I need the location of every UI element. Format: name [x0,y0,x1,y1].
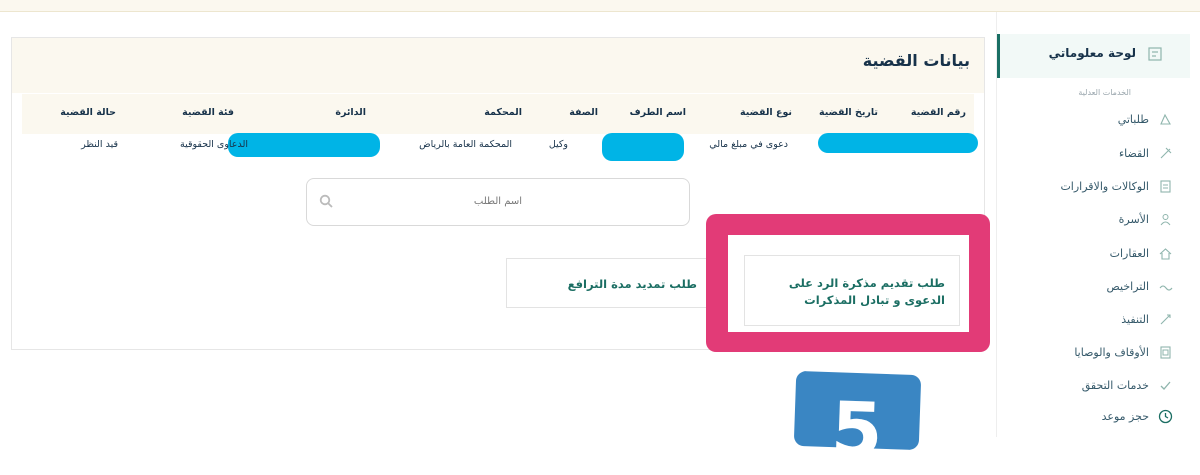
sidebar-item-licenses[interactable]: التراخيص [1011,277,1200,297]
execution-icon [1160,314,1171,325]
sidebar-item-label: طلباتي [1117,113,1149,126]
documents-icon [1160,180,1171,193]
sidebar-item-requests[interactable]: طلباتي [1011,110,1200,130]
licenses-icon [1159,285,1173,291]
judiciary-icon [1160,147,1172,159]
sidebar-item-powers-of-attorney[interactable]: الوكالات والاقرارات [1011,177,1200,197]
verification-icon [1160,381,1171,390]
sidebar-item-endowments[interactable]: الأوقاف والوصايا [1011,343,1200,363]
col-case-number: رقم القضية [910,107,966,118]
table-header-row: رقم القضية تاريخ القضية نوع القضية اسم ا… [22,94,974,134]
sidebar-item-verification[interactable]: خدمات التحقق [1011,376,1200,396]
request-card-submit-memo[interactable]: طلب تقديم مذكرة الرد على الدعوى و تبادل … [744,255,960,326]
cell-category: الدعاوى الحقوقية [179,139,248,150]
cell-status: قيد النظر [81,139,118,150]
step-number: 5 [829,386,885,474]
redacted-case-number [818,133,978,153]
cell-case-type: دعوى في مبلغ مالي [709,139,788,150]
card-header: بيانات القضية [12,38,984,93]
dashboard-icon [1148,47,1162,61]
sidebar: لوحة معلوماتي الخدمات العدلية طلباتي الق… [996,12,1200,437]
sidebar-item-label: الوكالات والاقرارات [1060,180,1149,193]
clock-icon [1158,409,1173,424]
sidebar-item-label: التراخيص [1106,280,1149,293]
family-icon [1160,214,1171,226]
request-card-extend-pleading[interactable]: طلب تمديد مدة الترافع [506,258,712,308]
col-court: المحكمة [484,107,522,118]
search-input[interactable]: اسم الطلب [306,178,690,226]
sidebar-item-label: القضاء [1118,147,1149,160]
search-placeholder: اسم الطلب [473,196,523,207]
sidebar-item-dashboard[interactable]: لوحة معلوماتي [997,34,1190,78]
sidebar-item-label: العقارات [1109,247,1149,260]
col-case-date: تاريخ القضية [819,107,878,118]
sidebar-item-label: خدمات التحقق [1081,379,1149,392]
sidebar-item-label: حجز موعد [1101,410,1149,423]
sidebar-item-label: الأوقاف والوصايا [1074,346,1149,359]
col-case-type: نوع القضية [740,107,792,118]
col-role: الصفة [569,107,598,118]
sidebar-item-real-estate[interactable]: العقارات [1011,244,1200,264]
step-number-badge: 5 [793,370,922,474]
request-card-label: طلب تقديم مذكرة الرد على الدعوى و تبادل … [788,276,945,307]
page-title: بيانات القضية [862,51,970,70]
col-circuit: الدائرة [335,107,366,118]
real-estate-icon [1159,248,1172,260]
col-party-name: اسم الطرف [629,107,686,118]
redacted-circuit [228,133,380,157]
sidebar-item-judiciary[interactable]: القضاء [1011,144,1200,164]
sidebar-item-label: لوحة معلوماتي [1048,46,1136,60]
col-category: فئة القضية [182,107,234,118]
sidebar-item-book-appointment[interactable]: حجز موعد [1011,407,1200,427]
sidebar-item-label: الأسرة [1118,213,1149,226]
sidebar-item-label: التنفيذ [1121,313,1149,326]
search-icon[interactable] [319,194,333,208]
endowments-icon [1160,346,1171,359]
request-card-label: طلب تمديد مدة الترافع [567,277,697,291]
cell-role: وكيل [548,139,568,150]
sidebar-item-family[interactable]: الأسرة [1011,210,1200,230]
sidebar-item-execution[interactable]: التنفيذ [1011,310,1200,330]
top-bar [0,0,1200,12]
cell-court: المحكمة العامة بالرياض [419,139,512,150]
sidebar-section-label: الخدمات العدلية [1078,88,1131,97]
requests-icon [1160,113,1171,125]
col-status: حالة القضية [60,107,116,118]
redacted-party-name [602,133,684,161]
